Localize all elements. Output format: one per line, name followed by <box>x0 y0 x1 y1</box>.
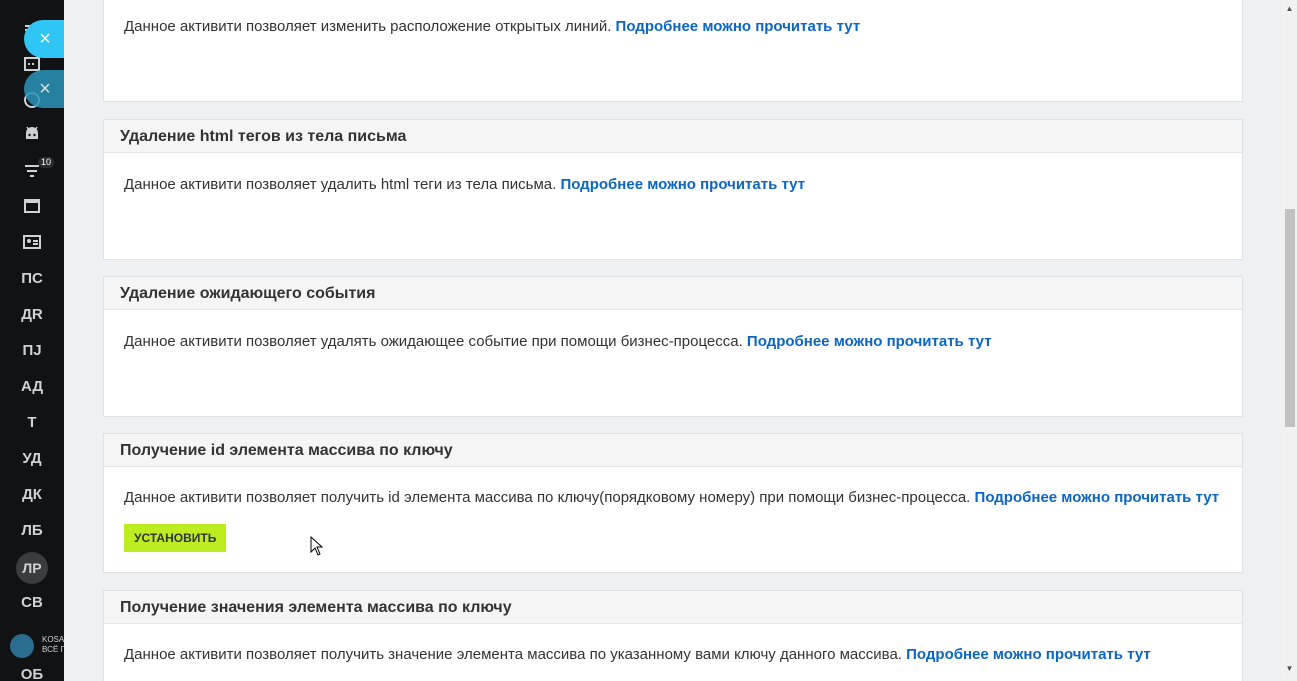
scroll-up-icon[interactable]: ▲ <box>1285 4 1294 13</box>
activity-description: Данное активити позволяет получить id эл… <box>124 489 1220 506</box>
activity-title: Удаление ожидающего события <box>104 277 1242 310</box>
sidebar-item[interactable]: Т <box>0 413 64 433</box>
activity-card: Удаление html тегов из тела письма Данно… <box>103 119 1243 260</box>
read-more-link[interactable]: Подробнее можно прочитать тут <box>906 646 1151 663</box>
read-more-link[interactable]: Подробнее можно прочитать тут <box>560 176 805 193</box>
vertical-scrollbar[interactable]: ▲ ▼ <box>1282 0 1297 681</box>
activity-title: Удаление html тегов из тела письма <box>104 120 1242 153</box>
sidebar-item[interactable]: ОБ <box>0 665 64 681</box>
avatar[interactable]: ЛР <box>16 552 48 584</box>
sidebar-item[interactable]: ПJ <box>0 341 64 361</box>
activity-card: Получение id элемента массива по ключу Д… <box>103 433 1243 573</box>
sidebar-item[interactable]: ДК <box>0 485 64 505</box>
sidebar-item[interactable]: АД <box>0 377 64 397</box>
activity-description: Данное активити позволяет получить значе… <box>124 646 1151 663</box>
close-slider-button[interactable]: × <box>24 20 64 58</box>
sidebar-item[interactable]: ДR <box>0 305 64 325</box>
activities-list: Данное активити позволяет изменить распо… <box>64 0 1282 681</box>
read-more-link[interactable]: Подробнее можно прочитать тут <box>747 333 992 350</box>
sidebar-item[interactable]: ЛБ <box>0 521 64 541</box>
activity-title: Получение id элемента массива по ключу <box>104 434 1242 467</box>
window-icon[interactable] <box>22 196 42 216</box>
activity-card: Получение значения элемента массива по к… <box>103 590 1243 681</box>
contact-card-icon[interactable] <box>22 232 42 252</box>
read-more-link[interactable]: Подробнее можно прочитать тут <box>975 489 1220 506</box>
filter-count-badge: 10 <box>38 157 55 168</box>
sidebar-item[interactable]: УД <box>0 449 64 469</box>
scrollbar-thumb[interactable] <box>1285 209 1295 427</box>
company-logo-text: KOSA ВСЁ Г <box>42 635 64 654</box>
activity-description: Данное активити позволяет изменить распо… <box>124 18 861 35</box>
scroll-down-icon[interactable]: ▼ <box>1285 664 1294 673</box>
activity-title: Получение значения элемента массива по к… <box>104 591 1242 624</box>
sidebar-item[interactable]: ПС <box>0 269 64 289</box>
sidebar-item[interactable]: СВ <box>0 593 64 613</box>
install-button[interactable]: УСТАНОВИТЬ <box>124 524 227 552</box>
activity-description: Данное активити позволяет удалять ожидаю… <box>124 333 992 350</box>
company-logo-icon[interactable] <box>10 634 34 658</box>
mouse-cursor-icon <box>310 536 324 556</box>
read-more-link[interactable]: Подробнее можно прочитать тут <box>616 18 861 35</box>
activity-description: Данное активити позволяет удалить html т… <box>124 176 806 193</box>
close-slider-button-secondary[interactable]: × <box>24 70 64 108</box>
activity-card: Удаление ожидающего события Данное актив… <box>103 276 1243 417</box>
activity-card: Данное активити позволяет изменить распо… <box>103 0 1243 102</box>
android-icon[interactable] <box>22 124 42 144</box>
